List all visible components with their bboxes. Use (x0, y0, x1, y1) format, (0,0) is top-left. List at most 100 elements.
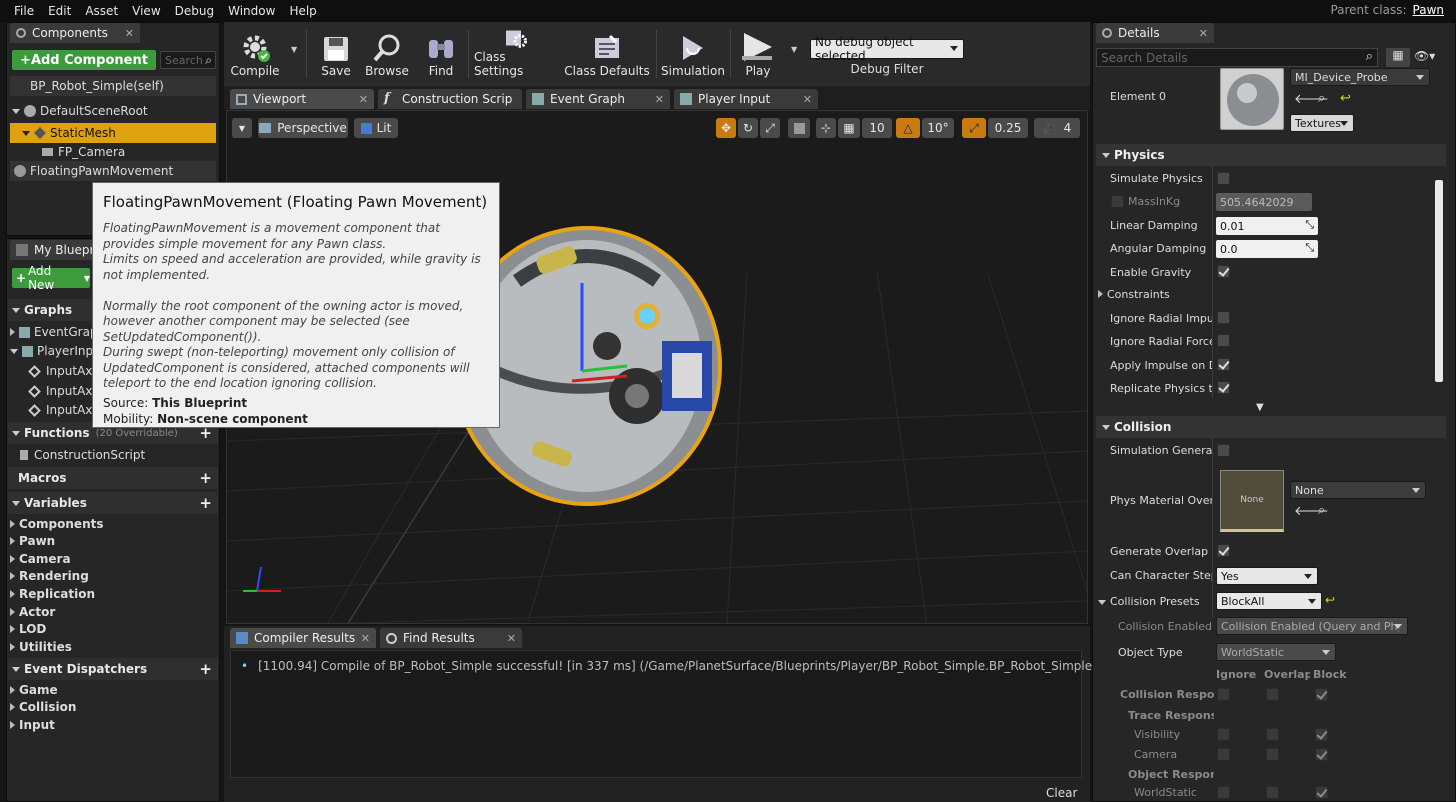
tab-player-input[interactable]: Player Input ✕ (674, 89, 818, 109)
collapse-arrow-icon[interactable] (1102, 424, 1110, 430)
browse-button[interactable]: Browse (364, 26, 410, 81)
expand-arrow-icon[interactable] (10, 625, 15, 633)
constraints-row[interactable]: Constraints (1098, 288, 1208, 301)
dispatcher-category-collision[interactable]: Collision (10, 698, 216, 716)
simulate-physics-checkbox[interactable] (1217, 172, 1230, 185)
lit-button[interactable]: Lit (354, 118, 398, 138)
mass-field[interactable]: 505.4642029 (1216, 193, 1312, 211)
class-defaults-button[interactable]: Class Defaults (564, 26, 650, 81)
variable-category-camera[interactable]: Camera (10, 550, 216, 568)
textures-dropdown[interactable]: Textures (1290, 114, 1354, 132)
parent-class-link[interactable]: Pawn (1413, 3, 1444, 17)
collapse-arrow-icon[interactable] (1102, 152, 1110, 158)
apply-impulse-checkbox[interactable] (1217, 358, 1230, 371)
translate-mode-button[interactable]: ✥ (716, 118, 736, 138)
menu-view[interactable]: View (132, 4, 160, 18)
physics-scrollbar[interactable] (1435, 180, 1443, 382)
property-matrix-button[interactable]: ▦ (1386, 48, 1410, 67)
tab-details[interactable]: Details ✕ (1096, 23, 1214, 43)
close-icon[interactable]: ✕ (359, 93, 368, 106)
expand-arrow-icon[interactable] (10, 572, 15, 580)
variable-category-rendering[interactable]: Rendering (10, 567, 216, 585)
visibility-ignore-checkbox[interactable] (1217, 728, 1230, 741)
class-settings-button[interactable]: Class Settings (474, 26, 556, 81)
visibility-overlap-checkbox[interactable] (1266, 728, 1279, 741)
expand-arrow-icon[interactable] (10, 590, 15, 598)
perspective-button[interactable]: Perspective (258, 118, 348, 138)
world-local-button[interactable] (788, 118, 810, 138)
angular-damping-field[interactable]: 0.0 ⤡ (1216, 240, 1318, 258)
simulation-button[interactable]: Simulation (661, 26, 725, 81)
camera-block-checkbox[interactable] (1315, 748, 1328, 761)
reset-arrow-icon[interactable]: ↩ (1340, 91, 1351, 106)
collision-overlap-checkbox[interactable] (1266, 688, 1279, 701)
variable-category-replication[interactable]: Replication (10, 585, 216, 603)
rotation-snap-toggle[interactable]: △ (896, 118, 920, 138)
viewport-options-button[interactable]: ▼ (232, 118, 252, 138)
tab-components[interactable]: Components ✕ (10, 23, 140, 43)
variable-category-utilities[interactable]: Utilities (10, 638, 216, 656)
material-thumbnail[interactable] (1220, 68, 1284, 130)
close-icon[interactable]: ✕ (803, 93, 812, 106)
add-new-button[interactable]: + Add New ▼ (12, 264, 90, 292)
collision-presets-select[interactable]: BlockAll (1216, 592, 1322, 610)
expand-arrow-icon[interactable] (22, 130, 30, 136)
menu-help[interactable]: Help (289, 4, 316, 18)
tab-construction-script[interactable]: f Construction Scrip (378, 89, 522, 109)
can-character-step-select[interactable]: Yes (1216, 567, 1318, 585)
physics-section-header[interactable]: Physics (1096, 144, 1446, 166)
debug-object-select[interactable]: No debug object selected (810, 35, 964, 63)
rotation-snap-value[interactable]: 10° (922, 118, 954, 138)
tree-item-fp-camera[interactable]: FP_Camera (10, 143, 216, 161)
close-icon[interactable]: ✕ (507, 632, 516, 645)
expand-advanced-chevron-icon[interactable]: ▼ (1256, 402, 1264, 413)
camera-overlap-checkbox[interactable] (1266, 748, 1279, 761)
expand-arrow-icon[interactable] (10, 520, 15, 528)
add-component-button[interactable]: +Add Component (12, 50, 156, 70)
tab-viewport[interactable]: Viewport ✕ (230, 89, 374, 109)
reset-arrow-icon[interactable]: ↩ (1325, 593, 1335, 607)
component-search-input[interactable]: Search ⌕ (160, 51, 216, 69)
grid-snap-toggle[interactable]: ▦ (838, 118, 860, 138)
compile-options-chevron-icon[interactable]: ▼ (291, 45, 297, 54)
menu-edit[interactable]: Edit (48, 4, 71, 18)
collision-presets-row[interactable]: Collision Presets (1098, 595, 1208, 608)
variable-category-pawn[interactable]: Pawn (10, 532, 216, 550)
camera-ignore-checkbox[interactable] (1217, 748, 1230, 761)
self-component[interactable]: BP_Robot_Simple(self) (10, 76, 216, 96)
close-icon[interactable]: ✕ (125, 27, 134, 40)
expand-arrow-icon[interactable] (10, 703, 15, 711)
details-search-input[interactable]: Search Details ⌕ (1096, 48, 1378, 67)
visibility-options-button[interactable]: 👁▾ (1414, 49, 1446, 67)
linear-damping-field[interactable]: 0.01 ⤡ (1216, 217, 1318, 235)
material-select[interactable]: MI_Device_Probe (1290, 68, 1430, 86)
scale-mode-button[interactable]: ⤢ (760, 118, 780, 138)
variable-category-actor[interactable]: Actor (10, 603, 216, 621)
replicate-physics-checkbox[interactable] (1217, 381, 1230, 394)
browse-search-icon[interactable]: ⌕ (1318, 91, 1325, 106)
variable-category-components[interactable]: Components (10, 515, 216, 533)
collision-section-header[interactable]: Collision (1096, 416, 1446, 438)
collapse-arrow-icon[interactable] (1098, 600, 1106, 605)
tab-compiler-results[interactable]: Compiler Results ✕ (230, 628, 376, 648)
menu-window[interactable]: Window (228, 4, 275, 18)
function-item-constructionscript[interactable]: ConstructionScript (20, 446, 216, 464)
play-button[interactable]: Play (736, 26, 780, 81)
macros-header[interactable]: Macros + (8, 467, 218, 489)
scale-snap-value[interactable]: 0.25 (988, 118, 1028, 138)
simulation-generates-checkbox[interactable] (1217, 444, 1230, 457)
object-type-select[interactable]: WorldStatic (1216, 643, 1336, 661)
collapse-arrow-icon[interactable] (12, 500, 20, 506)
menu-debug[interactable]: Debug (175, 4, 214, 18)
surface-snap-button[interactable]: ⊹ (816, 118, 836, 138)
expand-arrow-icon[interactable] (10, 328, 15, 336)
grid-snap-value[interactable]: 10 (862, 118, 892, 138)
expand-arrow-icon[interactable] (10, 608, 15, 616)
phys-material-select[interactable]: None (1290, 481, 1426, 499)
expand-arrow-icon[interactable] (10, 555, 15, 563)
collision-ignore-checkbox[interactable] (1217, 688, 1230, 701)
add-dispatcher-icon[interactable]: + (199, 660, 212, 678)
close-icon[interactable]: ✕ (361, 632, 370, 645)
worldstatic-ignore-checkbox[interactable] (1217, 786, 1230, 799)
variable-category-lod[interactable]: LOD (10, 620, 216, 638)
